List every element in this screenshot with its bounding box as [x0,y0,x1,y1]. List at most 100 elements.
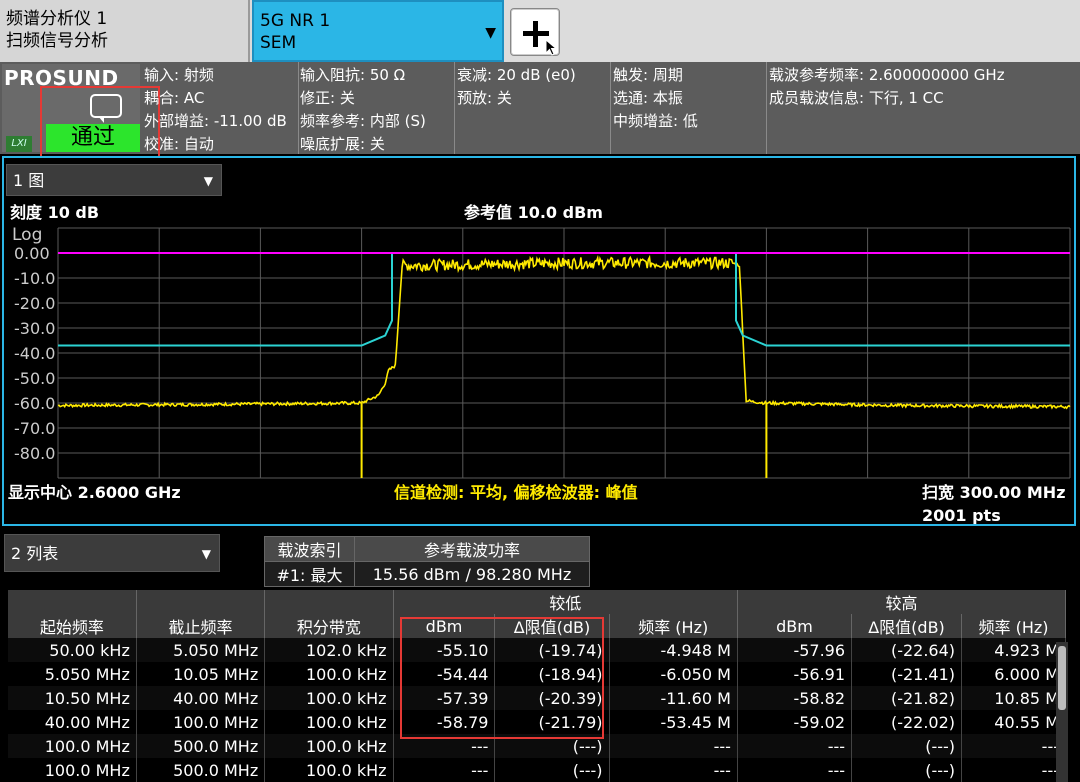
table-cell: (---) [851,758,963,782]
info-impedance: 输入阻抗: 50 Ω [300,66,406,84]
table-cell: 5.050 MHz [136,638,266,662]
divider [454,62,455,154]
chevron-down-icon[interactable]: ▼ [485,22,496,44]
carrier-summary: 载波索引 参考载波功率 #1: 最大 15.56 dBm / 98.280 MH… [264,536,590,587]
table-cell: 100.0 kHz [264,662,394,686]
column-header[interactable]: 频率 (Hz) [961,614,1066,638]
column-header[interactable]: 频率 (Hz) [609,614,738,638]
list-view-selector[interactable]: 2 列表 ▼ [4,534,220,572]
tab-analyzer-title: 频谱分析仪 1 [6,9,108,29]
column-header[interactable]: 起始频率 [8,614,137,638]
table-cell: --- [393,758,496,782]
divider [766,62,767,154]
group-upper-header: 较高 [737,590,1067,614]
table-cell: 500.0 MHz [136,758,266,782]
y-tick-label: -60.0 [14,394,55,413]
spectrum-chart[interactable]: 刻度 10 dB 参考值 10.0 dBm Log 0.00 -10.0 -20.0… [4,158,1074,524]
points-label: 2001 pts [922,506,1001,524]
table-cell: (-21.41) [851,662,963,686]
table-cell: (---) [851,734,963,758]
table-cell: --- [609,734,738,758]
column-header[interactable]: 截止频率 [136,614,266,638]
table-cell: (---) [494,758,610,782]
y-tick-label: -30.0 [14,319,55,338]
plus-icon-vertical [533,21,538,47]
table-cell: 40.00 MHz [136,686,266,710]
table-cell: --- [961,734,1066,758]
table-cell: -58.82 [737,686,853,710]
tab-spectrum-analyzer[interactable]: 频谱分析仪 1 扫频信号分析 [0,0,250,62]
table-cell: 100.0 kHz [264,734,394,758]
add-tab-button[interactable] [510,8,560,56]
info-if-gain: 中频增益: 低 [613,112,698,130]
list-window[interactable]: 2 列表 ▼ 载波索引 参考载波功率 #1: 最大 15.56 dBm / 98… [2,528,1076,782]
info-calibration: 校准: 自动 [144,135,214,153]
group-lower-header: 较低 [393,590,738,614]
lxi-badge: LXI [6,136,32,152]
y-tick-label: -80.0 [14,444,55,463]
info-column-attenuation[interactable]: 衰减: 20 dB (e0) 预放: 关 [457,64,576,110]
span-label: 扫宽 300.00 MHz [922,483,1066,502]
table-cell: --- [609,758,738,782]
tab-5g-nr-sem[interactable]: 5G NR 1 SEM ▼ [252,0,504,62]
tab-sem-subtitle: SEM [260,33,297,53]
divider [298,62,299,154]
table-cell: 10.05 MHz [136,662,266,686]
table-cell: 100.0 MHz [136,710,266,734]
table-cell: 5.050 MHz [8,662,137,686]
info-input: 输入: 射频 [144,66,214,84]
y-tick-label: -20.0 [14,294,55,313]
carrier-index-value: #1: 最大 [264,561,355,587]
scale-label: 刻度 10 dB [10,203,99,222]
table-cell: --- [737,734,853,758]
table-cell: --- [961,758,1066,782]
info-coupling: 耦合: AC [144,89,205,107]
table-row[interactable]: 100.0 MHz 500.0 MHz 100.0 kHz --- (---) --- --… [8,758,1066,782]
tab-sem-title: 5G NR 1 [260,11,331,31]
info-attenuation: 衰减: 20 dB (e0) [457,66,576,84]
table-cell: -6.050 M [609,662,738,686]
info-gate: 选通: 本振 [613,89,683,107]
table-cell: 500.0 MHz [136,734,266,758]
ref-carrier-power-header: 参考载波功率 [354,536,590,562]
center-frequency-label: 显示中心 2.6000 GHz [8,483,181,502]
info-column-carrier[interactable]: 载波参考频率: 2.600000000 GHz 成员载波信息: 下行, 1 CC [769,64,1005,110]
table-cell: 10.85 M [961,686,1066,710]
table-cell: 40.55 M [961,710,1066,734]
measurement-info-bar: PROSUND LXI 通过 输入: 射频 耦合: AC 外部增益: -11.0… [0,62,1080,170]
detector-label: 信道检测: 平均, 偏移检波器: 峰值 [394,483,638,502]
scroll-thumb[interactable] [1058,646,1066,710]
table-cell: 4.923 M [961,638,1066,662]
info-column-trigger[interactable]: 触发: 周期 选通: 本振 中频增益: 低 [613,64,698,133]
info-column-input[interactable]: 输入: 射频 耦合: AC 外部增益: -11.00 dB 校准: 自动 [144,64,287,156]
table-cell: 100.0 kHz [264,710,394,734]
y-tick-label: -70.0 [14,419,55,438]
table-cell: -59.02 [737,710,853,734]
column-header[interactable]: Δ限值(dB) [851,614,963,638]
table-cell: 50.00 kHz [8,638,137,662]
divider [610,62,611,154]
table-cell: (-21.82) [851,686,963,710]
table-cell: (-22.02) [851,710,963,734]
info-correction: 修正: 关 [300,89,355,107]
graph-window[interactable]: 1 图 ▼ 刻度 10 dB 参考值 10.0 dBm Log 0.00 -10.… [2,156,1076,526]
ref-carrier-power-value: 15.56 dBm / 98.280 MHz [354,561,590,587]
table-cell: 6.000 M [961,662,1066,686]
table-cell: 102.0 kHz [264,638,394,662]
group-blank [8,590,137,614]
mouse-cursor-icon [545,39,558,56]
table-cell: 10.50 MHz [8,686,137,710]
column-header[interactable]: dBm [737,614,853,638]
table-cell: 40.00 MHz [8,710,137,734]
table-scrollbar[interactable] [1056,642,1068,782]
table-cell: 100.0 MHz [8,734,137,758]
info-ext-gain: 外部增益: -11.00 dB [144,112,287,130]
table-cell: -53.45 M [609,710,738,734]
column-header[interactable]: 积分带宽 [264,614,394,638]
tab-analyzer-subtitle: 扫频信号分析 [6,31,108,51]
info-column-impedance[interactable]: 输入阻抗: 50 Ω 修正: 关 频率参考: 内部 (S) 噪底扩展: 关 [300,64,426,156]
table-group-header: 较低 较高 [8,590,1067,614]
table-cell: --- [737,758,853,782]
carrier-index-header: 载波索引 [264,536,355,562]
list-view-label: 2 列表 [11,544,59,563]
